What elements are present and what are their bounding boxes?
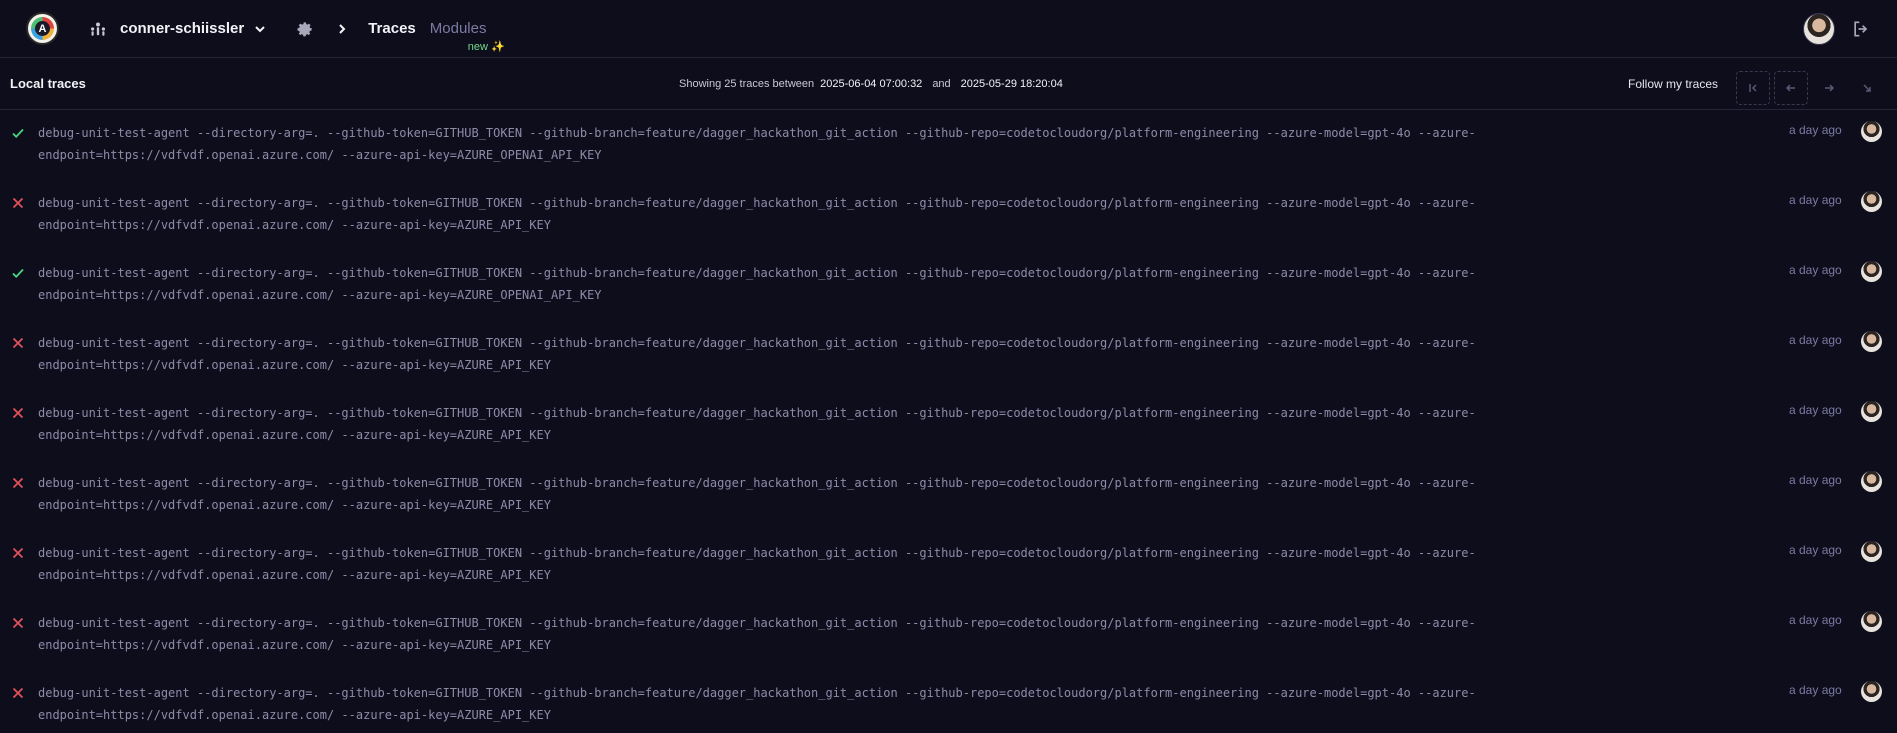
range-end-date: 2025-05-29 18:20:04 — [960, 78, 1063, 90]
success-check-icon — [12, 268, 24, 278]
range-start-date: 2025-06-04 07:00:32 — [820, 78, 923, 90]
nav-modules-link[interactable]: Modules new ✨ — [429, 20, 505, 53]
trace-user-avatar — [1861, 471, 1882, 492]
trace-time: a day ago — [1789, 683, 1842, 697]
nav-modules-label: Modules — [429, 20, 487, 37]
trace-command-line1: debug-unit-test-agent --directory-arg=. … — [38, 126, 1476, 140]
trace-command-line1: debug-unit-test-agent --directory-arg=. … — [38, 196, 1476, 210]
trace-command-line1: debug-unit-test-agent --directory-arg=. … — [38, 546, 1476, 560]
trace-user-avatar — [1861, 191, 1882, 212]
traces-toolbar: Local traces Showing 25 traces between 2… — [0, 58, 1897, 110]
trace-command-line1: debug-unit-test-agent --directory-arg=. … — [38, 266, 1476, 280]
trace-user-avatar — [1861, 121, 1882, 142]
trace-user-avatar — [1861, 261, 1882, 282]
trace-row[interactable]: debug-unit-test-agent --directory-arg=. … — [0, 250, 1897, 320]
trace-command-line2: endpoint=https://vdfvdf.openai.azure.com… — [38, 428, 551, 442]
trace-time: a day ago — [1789, 333, 1842, 347]
trace-command-line1: debug-unit-test-agent --directory-arg=. … — [38, 336, 1476, 350]
top-navigation-bar: A conner-schiissler Traces Modules new ✨ — [0, 0, 1897, 58]
trace-row[interactable]: debug-unit-test-agent --directory-arg=. … — [0, 110, 1897, 180]
trace-command: debug-unit-test-agent --directory-arg=. … — [38, 262, 1558, 306]
failure-x-icon — [12, 197, 24, 209]
page-title: Local traces — [10, 76, 86, 91]
trace-row[interactable]: debug-unit-test-agent --directory-arg=. … — [0, 390, 1897, 460]
trace-command: debug-unit-test-agent --directory-arg=. … — [38, 682, 1558, 726]
trace-command: debug-unit-test-agent --directory-arg=. … — [38, 192, 1558, 236]
trace-user-avatar — [1861, 401, 1882, 422]
trace-time: a day ago — [1789, 263, 1842, 277]
org-icon — [90, 22, 106, 36]
trace-command-line2: endpoint=https://vdfvdf.openai.azure.com… — [38, 358, 551, 372]
trace-time: a day ago — [1789, 543, 1842, 557]
trace-row[interactable]: debug-unit-test-agent --directory-arg=. … — [0, 600, 1897, 670]
range-and-text: and — [932, 78, 951, 90]
chevron-down-icon[interactable] — [254, 23, 266, 35]
org-selector[interactable]: conner-schiissler — [120, 20, 244, 37]
first-page-icon — [1749, 84, 1757, 92]
trace-user-avatar — [1861, 681, 1882, 702]
trace-row[interactable]: debug-unit-test-agent --directory-arg=. … — [0, 670, 1897, 733]
pagination-controls — [1736, 71, 1884, 105]
trace-command-line2: endpoint=https://vdfvdf.openai.azure.com… — [38, 568, 551, 582]
failure-x-icon — [12, 547, 24, 559]
failure-x-icon — [12, 687, 24, 699]
trace-command: debug-unit-test-agent --directory-arg=. … — [38, 472, 1558, 516]
trace-command: debug-unit-test-agent --directory-arg=. … — [38, 612, 1558, 656]
trace-command-line2: endpoint=https://vdfvdf.openai.azure.com… — [38, 288, 602, 302]
follow-my-traces-toggle[interactable]: Follow my traces — [1628, 58, 1718, 110]
gear-icon[interactable] — [294, 19, 314, 39]
arrow-right-icon — [1825, 84, 1835, 92]
trace-user-avatar — [1861, 611, 1882, 632]
trace-time: a day ago — [1789, 123, 1842, 137]
chevron-right-icon — [339, 23, 346, 34]
trace-command: debug-unit-test-agent --directory-arg=. … — [38, 402, 1558, 446]
trace-command-line1: debug-unit-test-agent --directory-arg=. … — [38, 686, 1476, 700]
logout-icon[interactable] — [1851, 19, 1871, 39]
next-page-button[interactable] — [1812, 71, 1846, 105]
arrow-left-icon — [1785, 84, 1795, 92]
user-avatar[interactable] — [1803, 12, 1835, 45]
arrow-down-right-icon — [1863, 84, 1871, 92]
showing-text: Showing 25 traces between — [679, 78, 815, 90]
trace-command-line1: debug-unit-test-agent --directory-arg=. … — [38, 476, 1476, 490]
trace-command: debug-unit-test-agent --directory-arg=. … — [38, 542, 1558, 586]
trace-command-line2: endpoint=https://vdfvdf.openai.azure.com… — [38, 708, 551, 722]
trace-row[interactable]: debug-unit-test-agent --directory-arg=. … — [0, 320, 1897, 390]
trace-time: a day ago — [1789, 473, 1842, 487]
trace-time: a day ago — [1789, 613, 1842, 627]
new-badge: new ✨ — [467, 41, 505, 53]
trace-user-avatar — [1861, 331, 1882, 352]
trace-command-line2: endpoint=https://vdfvdf.openai.azure.com… — [38, 148, 602, 162]
trace-row[interactable]: debug-unit-test-agent --directory-arg=. … — [0, 530, 1897, 600]
failure-x-icon — [12, 617, 24, 629]
live-follow-button[interactable] — [1850, 71, 1884, 105]
previous-page-button[interactable] — [1774, 71, 1808, 105]
trace-row[interactable]: debug-unit-test-agent --directory-arg=. … — [0, 460, 1897, 530]
failure-x-icon — [12, 407, 24, 419]
logo-letter: A — [35, 21, 50, 36]
first-page-button[interactable] — [1736, 71, 1770, 105]
failure-x-icon — [12, 337, 24, 349]
trace-command-line2: endpoint=https://vdfvdf.openai.azure.com… — [38, 498, 551, 512]
trace-command-line2: endpoint=https://vdfvdf.openai.azure.com… — [38, 218, 551, 232]
trace-range-summary: Showing 25 traces between 2025-06-04 07:… — [679, 58, 1069, 110]
trace-command-line1: debug-unit-test-agent --directory-arg=. … — [38, 616, 1476, 630]
dagger-logo[interactable]: A — [26, 12, 59, 45]
trace-list: debug-unit-test-agent --directory-arg=. … — [0, 110, 1897, 733]
trace-row[interactable]: debug-unit-test-agent --directory-arg=. … — [0, 180, 1897, 250]
trace-command-line2: endpoint=https://vdfvdf.openai.azure.com… — [38, 638, 551, 652]
breadcrumb-traces[interactable]: Traces — [368, 20, 416, 37]
trace-command: debug-unit-test-agent --directory-arg=. … — [38, 332, 1558, 376]
trace-time: a day ago — [1789, 403, 1842, 417]
failure-x-icon — [12, 477, 24, 489]
trace-command: debug-unit-test-agent --directory-arg=. … — [38, 122, 1558, 166]
success-check-icon — [12, 128, 24, 138]
trace-time: a day ago — [1789, 193, 1842, 207]
trace-user-avatar — [1861, 541, 1882, 562]
trace-command-line1: debug-unit-test-agent --directory-arg=. … — [38, 406, 1476, 420]
